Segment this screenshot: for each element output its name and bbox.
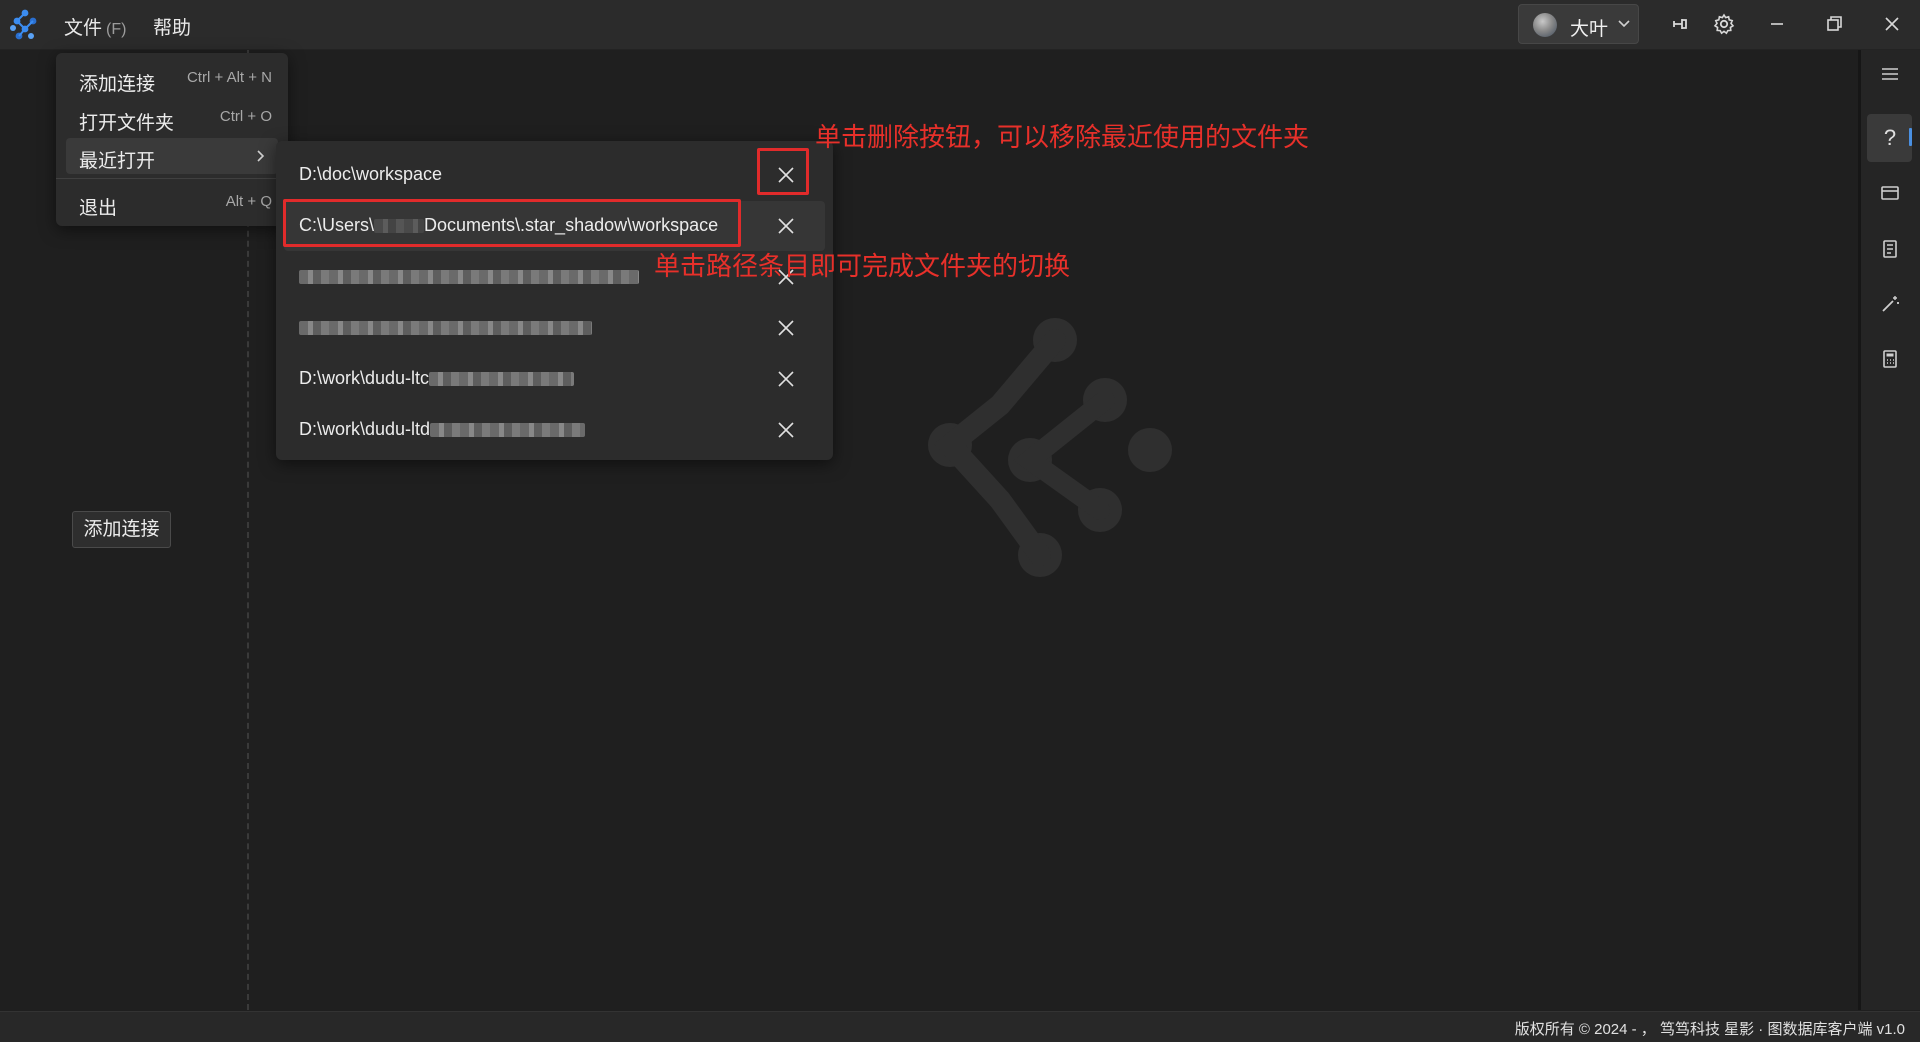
active-indicator <box>1909 128 1912 146</box>
chevron-down-icon <box>1618 20 1630 28</box>
add-connection-button[interactable]: 添加连接 <box>72 511 171 548</box>
menu-item-open-folder[interactable]: 打开文件夹 Ctrl + O <box>66 100 278 136</box>
help-icon[interactable]: ? <box>1878 126 1902 150</box>
redacted-text <box>429 372 575 387</box>
user-name: 大叶 <box>1570 19 1609 40</box>
card-icon[interactable] <box>1878 181 1902 205</box>
recent-folder-item[interactable] <box>284 303 825 353</box>
recent-folder-path <box>299 317 592 338</box>
menu-file-label: 文件 <box>64 18 103 39</box>
pin-icon[interactable] <box>1668 12 1692 36</box>
recent-folder-item[interactable]: D:\work\dudu-ltc <box>284 354 825 404</box>
recent-folder-path <box>299 266 639 287</box>
redacted-text <box>430 423 586 438</box>
magic-wand-icon[interactable] <box>1878 292 1902 316</box>
recent-folder-item[interactable]: D:\work\dudu-ltd <box>284 405 825 455</box>
remove-recent-icon[interactable] <box>776 420 796 440</box>
path-prefix: D:\work\dudu-ltd <box>299 419 431 439</box>
close-icon[interactable] <box>1880 12 1904 36</box>
menu-help[interactable]: 帮助 <box>153 13 191 40</box>
watermark-logo-icon <box>928 318 1172 577</box>
recent-folder-path: D:\work\dudu-ltc <box>299 368 575 389</box>
app-logo-icon[interactable] <box>8 8 42 42</box>
remove-recent-icon[interactable] <box>776 216 796 236</box>
recent-folder-path: D:\doc\workspace <box>299 164 443 184</box>
avatar <box>1533 13 1557 37</box>
title-bar: 文件 (F) 帮助 大叶 <box>0 0 1920 50</box>
document-icon[interactable] <box>1878 237 1902 261</box>
recent-folder-item[interactable]: D:\doc\workspace <box>284 150 825 200</box>
file-menu-dropdown: 添加连接 Ctrl + Alt + N 打开文件夹 Ctrl + O 最近打开 … <box>56 53 288 226</box>
menu-file-accel: (F) <box>106 21 127 38</box>
menu-divider <box>56 178 288 179</box>
menu-item-label: 添加连接 <box>79 74 156 95</box>
annotation-delete-hint: 单击删除按钮，可以移除最近使用的文件夹 <box>815 122 1310 152</box>
menu-item-label: 打开文件夹 <box>79 113 175 134</box>
annotation-box-delete <box>757 148 809 195</box>
menu-file[interactable]: 文件 (F) <box>64 13 126 40</box>
menu-item-exit[interactable]: 退出 Alt + Q <box>66 185 278 221</box>
menu-item-shortcut: Alt + Q <box>225 193 272 210</box>
menu-item-add-connection[interactable]: 添加连接 Ctrl + Alt + N <box>66 61 278 97</box>
copyright-text: 版权所有 © 2024 - ， 笃笃科技 星影 · 图数据库客户端 v1.0 <box>1514 1021 1905 1038</box>
annotation-switch-hint: 单击路径条目即可完成文件夹的切换 <box>654 251 1071 281</box>
recent-folders-submenu: D:\doc\workspace C:\Users\ Documents\.sta… <box>276 141 833 460</box>
right-panel: ? <box>1861 50 1920 1010</box>
gear-icon[interactable] <box>1712 12 1736 36</box>
calculator-icon[interactable] <box>1878 347 1902 371</box>
menu-item-shortcut: Ctrl + O <box>219 108 272 125</box>
minimize-icon[interactable] <box>1765 12 1789 36</box>
redacted-text <box>299 321 592 336</box>
redacted-text <box>299 270 639 285</box>
menu-icon[interactable] <box>1878 62 1902 86</box>
restore-icon[interactable] <box>1822 12 1846 36</box>
remove-recent-icon[interactable] <box>776 318 796 338</box>
chevron-right-icon <box>257 150 265 162</box>
user-menu-button[interactable]: 大叶 <box>1518 4 1639 44</box>
annotation-box-path <box>283 199 741 247</box>
path-prefix: D:\work\dudu-ltc <box>299 368 430 388</box>
remove-recent-icon[interactable] <box>776 369 796 389</box>
status-bar: 版权所有 © 2024 - ， 笃笃科技 星影 · 图数据库客户端 v1.0 <box>0 1011 1920 1042</box>
menu-help-label: 帮助 <box>153 18 192 39</box>
menu-item-label: 退出 <box>79 198 118 219</box>
recent-folder-path: D:\work\dudu-ltd <box>299 419 586 440</box>
menu-item-shortcut: Ctrl + Alt + N <box>186 69 272 86</box>
menu-item-recent[interactable]: 最近打开 <box>66 138 278 174</box>
menu-item-label: 最近打开 <box>79 151 156 172</box>
